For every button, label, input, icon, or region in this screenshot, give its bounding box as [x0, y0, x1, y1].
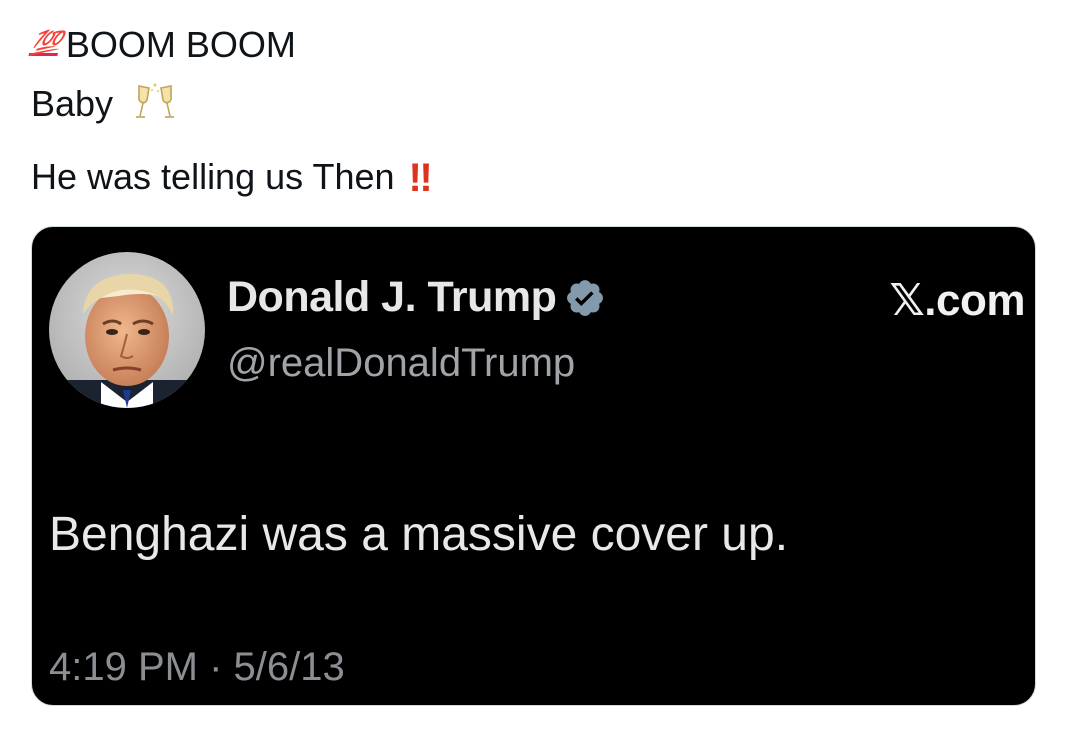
- post-line-3-text: He was telling us Then: [31, 156, 395, 197]
- display-name-text: Donald J. Trump: [227, 273, 557, 321]
- post-line-3: He was telling us Then ‼: [31, 156, 433, 200]
- double-exclamation-icon: ‼: [408, 156, 433, 200]
- avatar: [49, 252, 205, 408]
- tweet-handle: @realDonaldTrump: [227, 341, 576, 385]
- post-line-1: 💯BOOM BOOM: [28, 24, 296, 65]
- tweet-body: Benghazi was a massive cover up.: [49, 508, 789, 561]
- post-line-2: Baby: [31, 82, 175, 132]
- x-brand-label: 𝕏.com: [889, 276, 1025, 325]
- post-line-1-text: BOOM BOOM: [65, 24, 296, 65]
- tweet-display-name: Donald J. Trump: [227, 273, 606, 322]
- hundred-points-icon: 💯: [28, 30, 63, 57]
- post-line-2-text: Baby: [31, 83, 114, 124]
- embedded-tweet-image[interactable]: Donald J. Trump @realDonaldTrump 𝕏.com B…: [31, 226, 1036, 706]
- tweet-timestamp: 4:19 PM · 5/6/13: [49, 645, 345, 689]
- clinking-glasses-icon: [135, 82, 175, 132]
- verified-badge-icon: [564, 277, 606, 319]
